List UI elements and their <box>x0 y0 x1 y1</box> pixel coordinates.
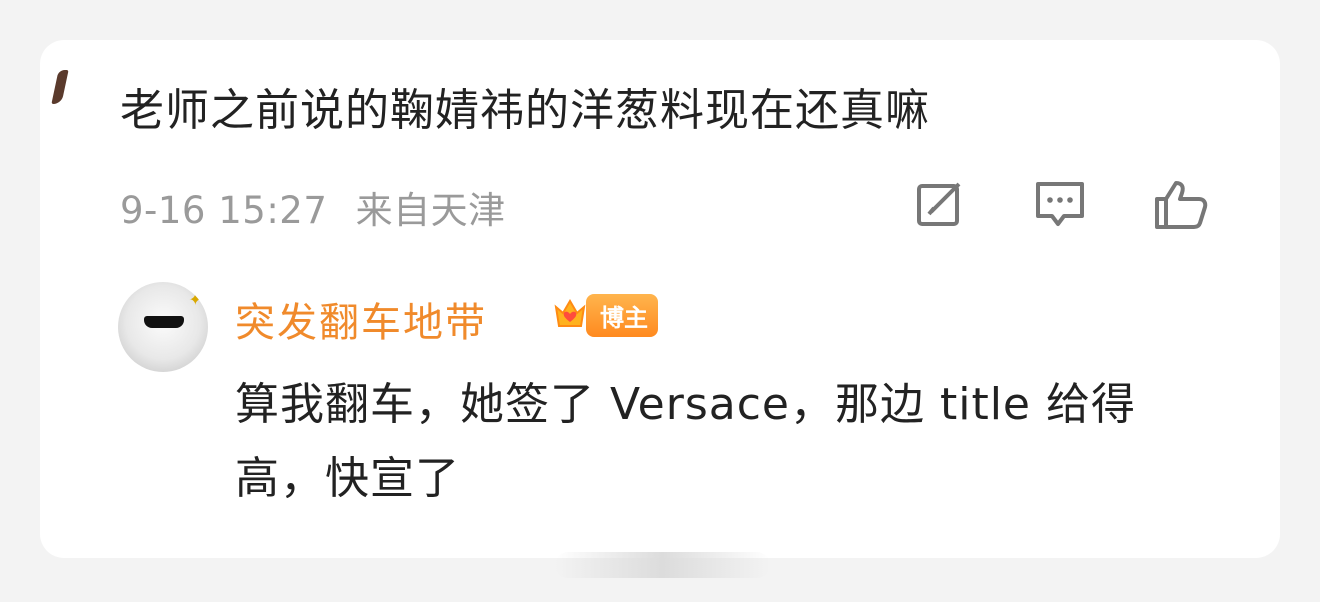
reply-text: 算我翻车，她签了 Versace，那边 title 给得高，快宣了 <box>235 379 1136 504</box>
comment-time: 9-16 15:27 <box>120 189 328 232</box>
badge-label: 博主 <box>586 293 658 337</box>
crown-heart-icon <box>554 299 586 327</box>
sunglasses-icon <box>144 316 184 328</box>
reply-author-name[interactable]: 突发翻车地带 <box>235 290 487 348</box>
comment-meta: 9-16 15:27 来自天津 <box>120 180 522 234</box>
blogger-badge: 博主 <box>548 293 658 337</box>
reply-avatar[interactable]: ✦ <box>118 282 208 372</box>
edit-share-icon[interactable] <box>912 178 968 230</box>
comment-location: 来自天津 <box>355 189 506 232</box>
thumbs-up-icon[interactable] <box>1152 178 1208 230</box>
comment-text: 老师之前说的鞠婧祎的洋葱料现在还真嘛 <box>120 85 930 136</box>
sparkle-icon: ✦ <box>188 290 202 309</box>
comment-bubble-icon[interactable] <box>1032 178 1088 230</box>
more-replies-bar[interactable] <box>555 552 770 578</box>
